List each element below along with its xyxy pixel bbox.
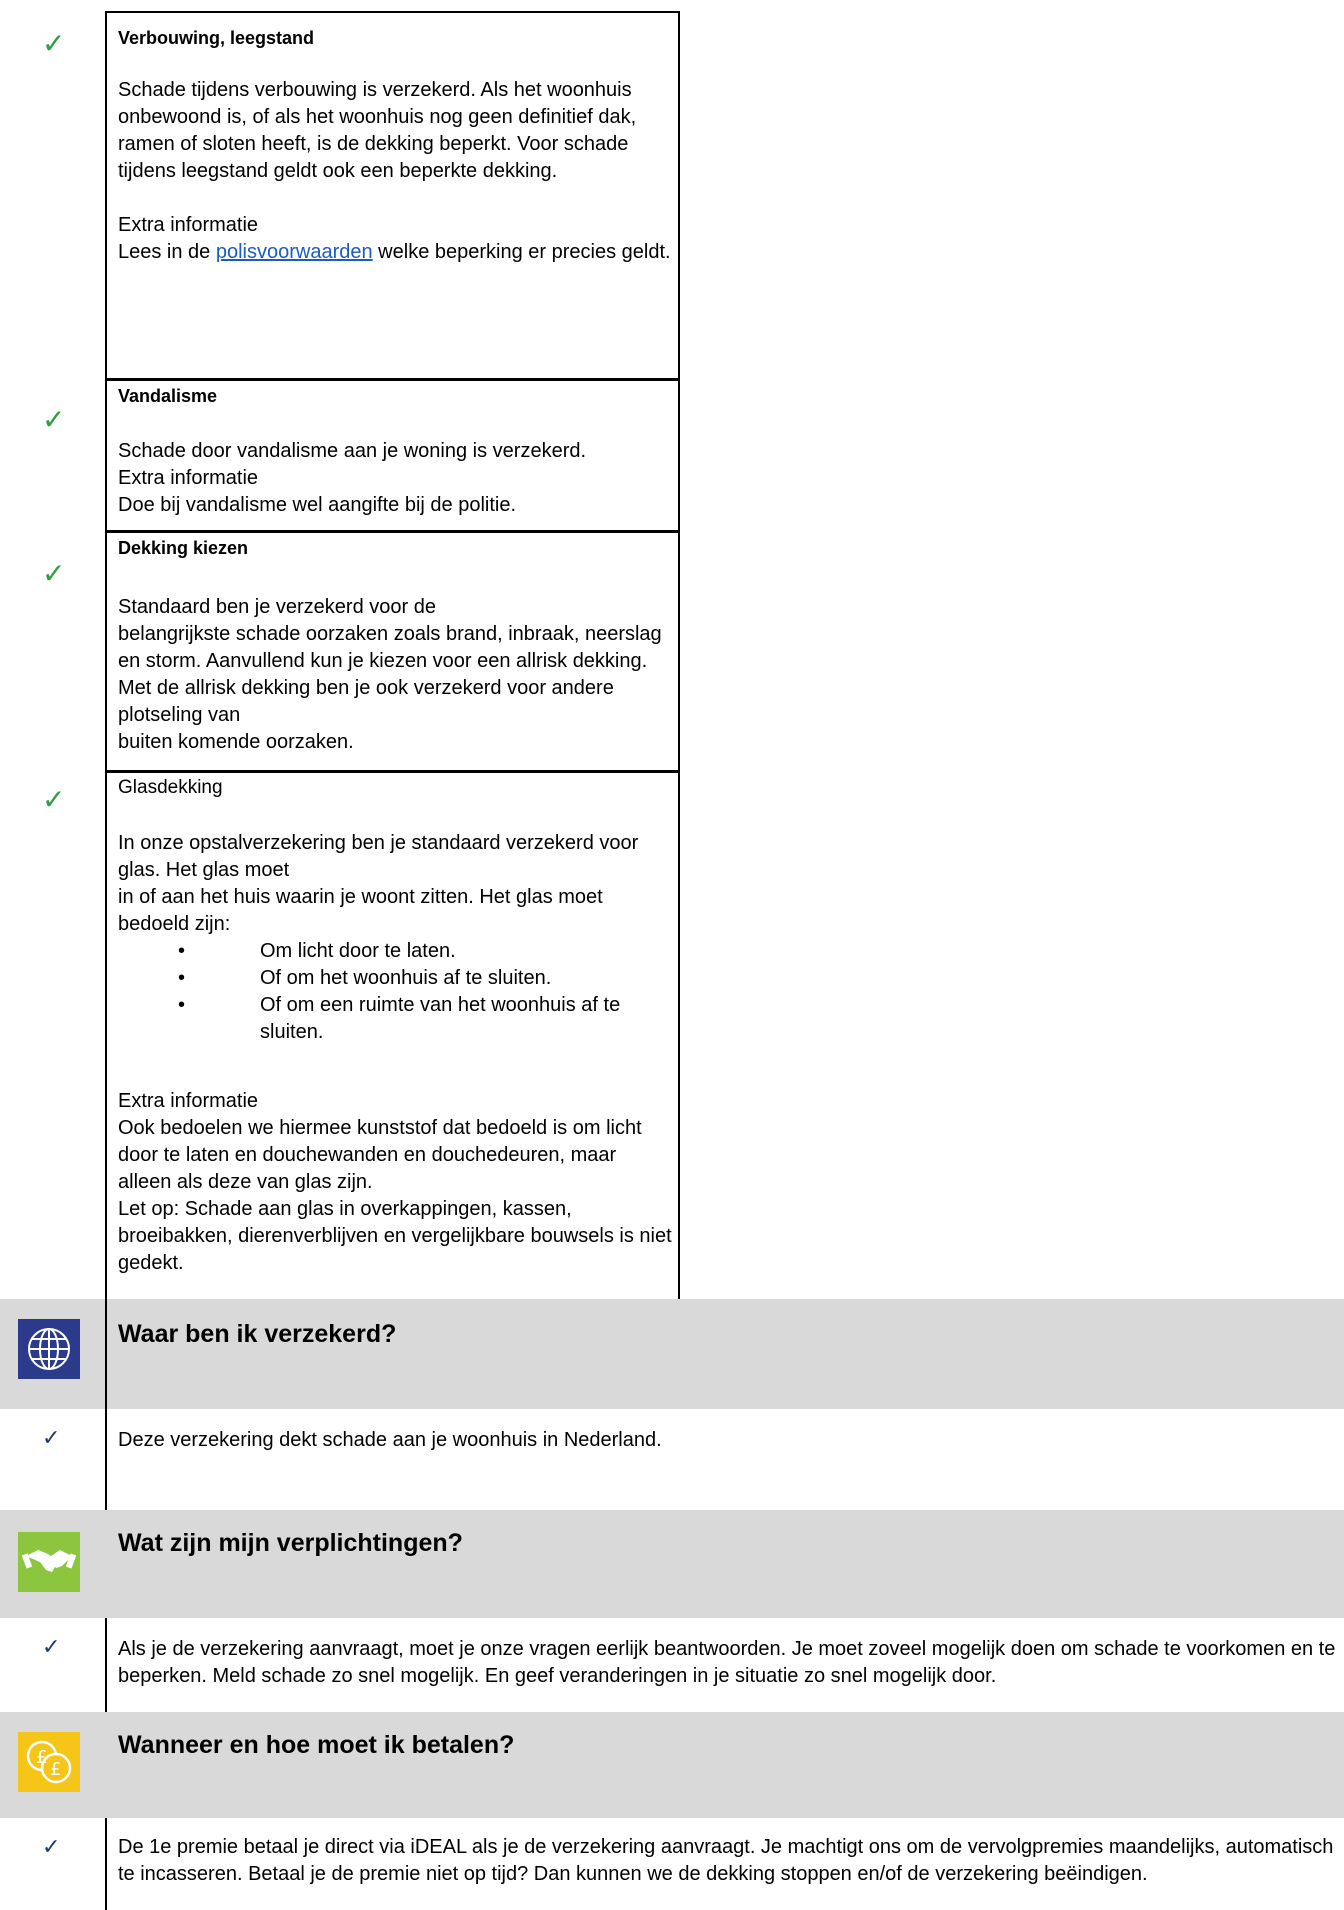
extra-info-label: Extra informatie: [118, 467, 259, 489]
section-heading: Waar ben ik verzekerd?: [118, 1320, 397, 1348]
section-body: Schade tijdens verbouwing is verzekerd. …: [118, 79, 637, 182]
section-vandalisme: Vandalisme Schade door vandalisme aan je…: [118, 384, 673, 519]
globe-icon: [18, 1319, 80, 1379]
section-title: Glasdekking: [118, 777, 223, 798]
section-heading: Wat zijn mijn verplichtingen?: [118, 1529, 463, 1557]
section-body-line: buiten komende oorzaken.: [118, 731, 354, 753]
section-verbouwing: Verbouwing, leegstand Schade tijdens ver…: [118, 26, 673, 266]
svg-text:£: £: [50, 1759, 61, 1780]
check-icon: ✓: [42, 1835, 61, 1860]
extra-info-label: Extra informatie: [118, 214, 259, 236]
section-title: Verbouwing, leegstand: [118, 28, 315, 48]
section-text: Deze verzekering dekt schade aan je woon…: [118, 1429, 662, 1451]
section-title: Vandalisme: [118, 386, 218, 406]
check-icon: ✓: [42, 403, 66, 436]
check-icon: ✓: [42, 27, 66, 60]
section-divider: [106, 530, 679, 533]
check-icon: ✓: [42, 1635, 61, 1660]
section-header-verplichtingen: Wat zijn mijn verplichtingen?: [0, 1510, 1344, 1618]
table-top-border: [105, 11, 680, 13]
table-border-right: [678, 11, 680, 1299]
section-body: Schade door vandalisme aan je woning is …: [118, 440, 587, 462]
check-icon: ✓: [42, 557, 66, 590]
extra-info-label: Extra informatie: [118, 1090, 259, 1112]
svg-text:£: £: [36, 1747, 47, 1768]
section-dekking-kiezen: Dekking kiezen Standaard ben je verzeker…: [118, 536, 673, 756]
section-body-line: belangrijkste schade oorzaken zoals bran…: [118, 623, 662, 726]
section-body-line: Standaard ben je verzekerd voor de: [118, 596, 436, 618]
table-divider-left: [105, 11, 107, 1299]
list-item: • Of om het woonhuis af te sluiten.: [118, 965, 673, 992]
bullet-icon: •: [178, 940, 186, 962]
list-item: • Of om een ruimte van het woonhuis af te…: [178, 994, 621, 1043]
extra-info-text: Ook bedoelen we hiermee kunststof dat be…: [118, 1117, 642, 1193]
section-text: De 1e premie betaal je direct via iDEAL …: [118, 1836, 1334, 1885]
section-divider: [106, 378, 679, 381]
bullet-icon: •: [178, 994, 186, 1016]
list-item: • Om licht door te laten.: [118, 938, 673, 965]
section-divider: [106, 770, 679, 773]
section-header-waar: Waar ben ik verzekerd?: [0, 1299, 1344, 1409]
section-title: Dekking kiezen: [118, 538, 249, 558]
section-header-betalen: £ £ Wanneer en hoe moet ik betalen?: [0, 1712, 1344, 1818]
extra-info-text: Doe bij vandalisme wel aangifte bij de p…: [118, 494, 517, 516]
section-glasdekking: Glasdekking In onze opstalverzekering be…: [118, 776, 673, 1277]
check-icon: ✓: [42, 783, 66, 816]
section-body-line: In onze opstalverzekering ben je standaa…: [118, 832, 639, 881]
polisvoorwaarden-link[interactable]: polisvoorwaarden: [216, 241, 373, 263]
check-icon: ✓: [42, 1426, 61, 1451]
extra-info-text: Lees in de polisvoorwaarden welke beperk…: [118, 241, 671, 263]
pound-coins-icon: £ £: [18, 1732, 80, 1792]
section-text: Als je de verzekering aanvraagt, moet je…: [118, 1638, 1336, 1687]
glass-bullet-list: • Om licht door te laten. • Of om het woon…: [118, 938, 673, 1046]
section-heading: Wanneer en hoe moet ik betalen?: [118, 1731, 515, 1759]
note-text: Let op: Schade aan glas in overkappingen…: [118, 1198, 672, 1274]
handshake-icon: [18, 1532, 80, 1592]
bullet-icon: •: [178, 967, 186, 989]
section-body-line: in of aan het huis waarin je woont zitte…: [118, 886, 603, 935]
